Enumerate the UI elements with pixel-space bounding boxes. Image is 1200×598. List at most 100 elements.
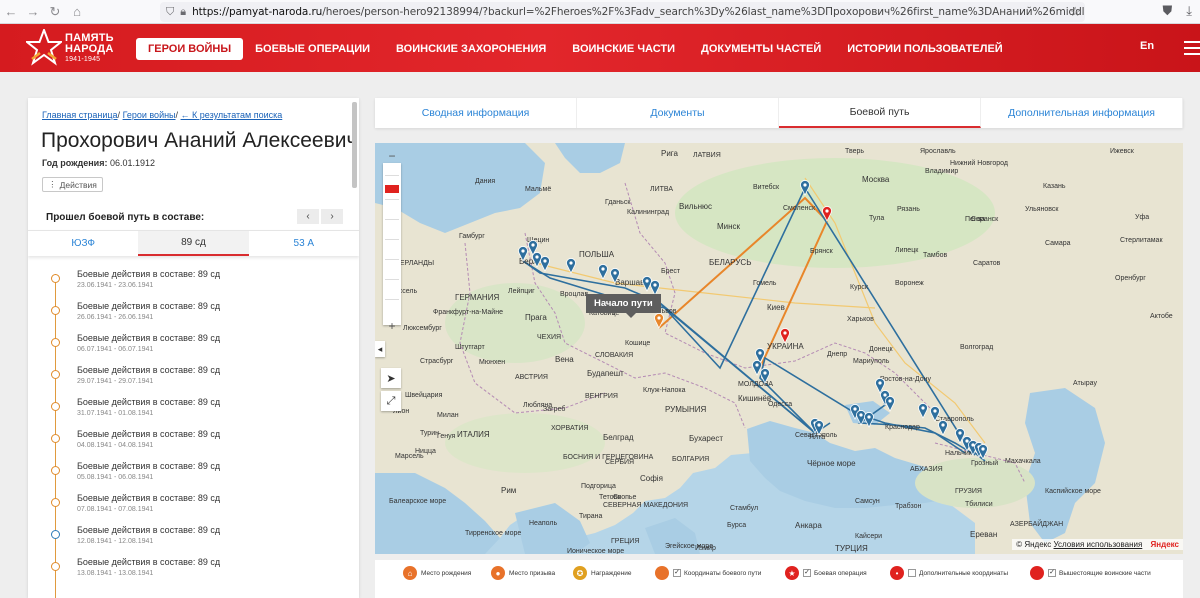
yandex-logo[interactable]: Яндекс xyxy=(1151,540,1179,549)
geolocation-icon[interactable]: ➤ xyxy=(381,368,401,388)
tab-summary[interactable]: Сводная информация xyxy=(375,98,577,128)
tab-additional-info[interactable]: Дополнительная информация xyxy=(981,98,1183,128)
legend-item[interactable]: ✓ Вышестоящие воинские части xyxy=(1030,566,1151,580)
map-label: Вроцлав xyxy=(560,291,588,298)
timeline-item[interactable]: Боевые действия в составе: 89 сд 12.08.19… xyxy=(28,520,359,552)
timeline-date: 07.08.1941 - 07.08.1941 xyxy=(77,506,154,513)
zoom-thumb[interactable] xyxy=(385,185,399,193)
nav-units[interactable]: ВОИНСКИЕ ЧАСТИ xyxy=(572,43,675,55)
timeline-dot xyxy=(51,274,60,283)
main-nav: ГЕРОИ ВОЙНЫ БОЕВЫЕ ОПЕРАЦИИ ВОИНСКИЕ ЗАХ… xyxy=(136,38,1029,60)
zoom-slider[interactable] xyxy=(383,163,401,325)
map-label: АБХАЗИЯ xyxy=(910,466,943,473)
map-label: Кишинёв xyxy=(738,394,771,403)
terms-link[interactable]: Условия использования xyxy=(1054,540,1143,549)
tab-documents[interactable]: Документы xyxy=(577,98,779,128)
timeline-item[interactable]: Боевые действия в составе: 89 сд 31.07.19… xyxy=(28,392,359,424)
legend-checkbox[interactable] xyxy=(908,569,916,577)
nav-operations[interactable]: БОЕВЫЕ ОПЕРАЦИИ xyxy=(255,43,370,55)
zoom-in-button[interactable]: + xyxy=(383,319,401,333)
map-label: Ионическое море xyxy=(567,548,624,554)
unit-tab-89sd[interactable]: 89 сд xyxy=(138,230,249,256)
collapse-arrow-icon[interactable]: ◂ xyxy=(375,341,385,357)
map-label: Генуя xyxy=(437,433,456,440)
download-icon[interactable]: ⤓ xyxy=(1186,3,1192,19)
timeline-date: 31.07.1941 - 01.08.1941 xyxy=(77,410,154,417)
timeline-label: Боевые действия в составе: 89 сд xyxy=(77,493,221,503)
map-label: Клуж-Напока xyxy=(643,387,686,394)
legend-checkbox[interactable]: ✓ xyxy=(1048,569,1056,577)
breadcrumb-heroes[interactable]: Герои войны xyxy=(123,110,176,120)
logo-line2: НАРОДА xyxy=(65,42,114,55)
map-label: ЛАТВИЯ xyxy=(693,152,721,159)
breadcrumb-home[interactable]: Главная страница xyxy=(42,110,118,120)
map-label: Кайсери xyxy=(855,532,882,540)
forward-icon[interactable]: → xyxy=(22,0,44,24)
unit-tab-53a[interactable]: 53 А xyxy=(248,230,359,256)
legend-item[interactable]: • Дополнительные координаты xyxy=(890,566,1008,580)
legend-item[interactable]: ✪ Награждение xyxy=(573,566,632,580)
site-logo[interactable]: ПАМЯТЬ НАРОДА 1941-1945 xyxy=(26,28,126,68)
timeline-label: Боевые действия в составе: 89 сд xyxy=(77,269,221,279)
zoom-out-button[interactable]: − xyxy=(383,149,401,163)
battle-path-map[interactable]: Рига ЛАТВИЯ Москва Нижний Новгород Ижевск Каз… xyxy=(375,143,1183,554)
map-label: Дания xyxy=(475,178,495,185)
map-label: ТУРЦИЯ xyxy=(835,544,868,553)
tab-battle-path[interactable]: Боевой путь xyxy=(779,98,981,128)
actions-button[interactable]: ⋮ Действия xyxy=(42,177,103,192)
map-label: Анкара xyxy=(795,521,822,530)
nav-heroes[interactable]: ГЕРОИ ВОЙНЫ xyxy=(136,38,244,60)
nav-stories[interactable]: ИСТОРИИ ПОЛЬЗОВАТЕЛЕЙ xyxy=(847,43,1002,55)
map-label: БЕЛАРУСЬ xyxy=(709,258,751,267)
pin-icon xyxy=(655,566,669,580)
prev-unit-button[interactable]: ‹ xyxy=(297,209,319,224)
home-icon[interactable]: ⌂ xyxy=(66,0,88,24)
birth-label: Год рождения: xyxy=(42,158,108,168)
bookmark-star-icon[interactable]: ☆ xyxy=(1069,4,1081,20)
map-label: Рига xyxy=(661,149,679,158)
legend-item[interactable]: ⌂ Место рождения xyxy=(403,566,471,580)
timeline-label: Боевые действия в составе: 89 сд xyxy=(77,365,221,375)
url-text: https://pamyat-naroda.ru/heroes/person-h… xyxy=(192,6,1085,18)
address-bar[interactable]: ⛉ 🔒︎ https://pamyat-naroda.ru/heroes/per… xyxy=(160,2,1085,22)
lock-icon: 🔒︎ xyxy=(180,5,187,18)
timeline-item[interactable]: Боевые действия в составе: 89 сд 29.07.19… xyxy=(28,360,359,392)
hamburger-menu-icon[interactable] xyxy=(1184,36,1200,60)
timeline-item[interactable]: Боевые действия в составе: 89 сд 04.08.19… xyxy=(28,424,359,456)
map-label: Актобе xyxy=(1150,312,1173,320)
timeline-item[interactable]: Боевые действия в составе: 89 сд 06.07.19… xyxy=(28,328,359,360)
legend-checkbox[interactable]: ✓ xyxy=(673,569,681,577)
nav-burials[interactable]: ВОИНСКИЕ ЗАХОРОНЕНИЯ xyxy=(396,43,546,55)
timeline-dot xyxy=(51,434,60,443)
map-label: Гомель xyxy=(753,280,777,287)
pocket-icon[interactable]: ⛊ xyxy=(1162,3,1172,19)
timeline-item[interactable]: Боевые действия в составе: 89 сд 07.08.19… xyxy=(28,488,359,520)
timeline-item[interactable]: Боевые действия в составе: 89 сд 05.08.19… xyxy=(28,456,359,488)
nav-documents[interactable]: ДОКУМЕНТЫ ЧАСТЕЙ xyxy=(701,43,821,55)
next-unit-button[interactable]: › xyxy=(321,209,343,224)
map-label: Стамбул xyxy=(730,504,758,512)
unit-tab-yuzf[interactable]: ЮЗФ xyxy=(28,230,139,256)
map-label: Стерлитамак xyxy=(1120,237,1163,244)
map-label: Воронеж xyxy=(895,280,924,287)
map-label: Саранск xyxy=(971,216,999,223)
language-switch[interactable]: En xyxy=(1140,40,1154,52)
reload-icon[interactable]: ↻ xyxy=(44,0,66,24)
shield-icon: ⛉ xyxy=(166,5,175,18)
timeline-item[interactable]: Боевые действия в составе: 89 сд 26.06.19… xyxy=(28,296,359,328)
left-panel-scrollbar[interactable] xyxy=(352,102,357,188)
map-label: Ницца xyxy=(415,448,436,455)
map-label: Рязань xyxy=(897,206,920,213)
timeline-label: Боевые действия в составе: 89 сд xyxy=(77,461,221,471)
timeline-item[interactable]: Боевые действия в составе: 89 сд 13.08.19… xyxy=(28,552,359,584)
legend-checkbox[interactable]: ✓ xyxy=(803,569,811,577)
legend-item[interactable]: ● Место призыва xyxy=(491,566,555,580)
timeline-item[interactable]: Боевые действия в составе: 89 сд 23.06.19… xyxy=(28,264,359,296)
back-icon[interactable]: ← xyxy=(0,0,22,24)
legend-item[interactable]: ✓ Координаты боевого пути xyxy=(655,566,761,580)
fullscreen-icon[interactable]: ⤢ xyxy=(381,391,401,411)
breadcrumb-back-to-results[interactable]: ← К результатам поиска xyxy=(181,110,283,120)
legend-item[interactable]: ★ ✓ Боевая операция xyxy=(785,566,867,580)
birth-info: Год рождения: 06.01.1912 xyxy=(42,158,155,168)
map-label: Грозный xyxy=(971,459,998,467)
